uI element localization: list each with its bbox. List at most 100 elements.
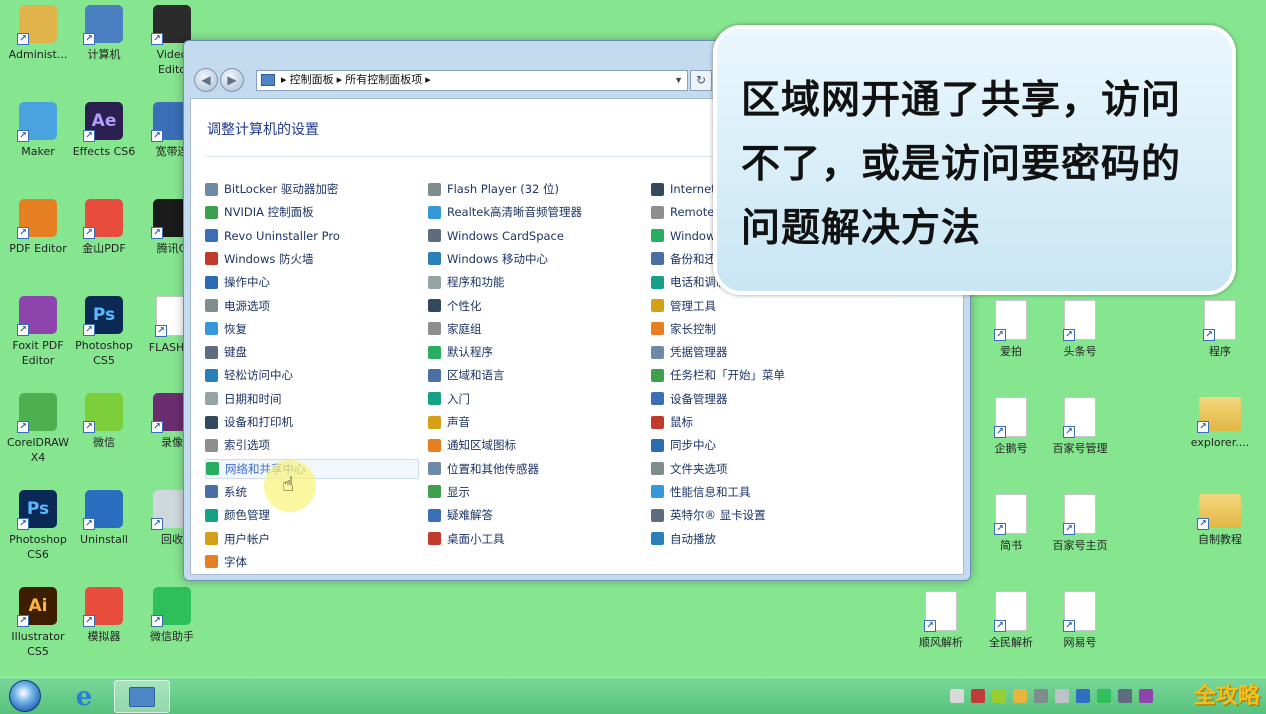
control-panel-item[interactable]: 操作中心	[205, 272, 270, 292]
tray-icon[interactable]	[1013, 689, 1027, 703]
control-panel-item[interactable]: Revo Uninstaller Pro	[205, 226, 340, 246]
control-panel-item[interactable]: 位置和其他传感器	[428, 459, 539, 479]
desktop-icon[interactable]: ↗ 头条号	[1042, 300, 1118, 359]
control-panel-item[interactable]: 自动播放	[651, 529, 716, 549]
desktop-icon[interactable]: ↗ 计算机	[66, 5, 142, 62]
desktop-icon[interactable]: ↗ 简书	[973, 494, 1049, 553]
bluetooth-icon[interactable]	[1076, 689, 1090, 703]
control-panel-item-icon	[205, 532, 218, 545]
taskbar-ie[interactable]: e	[56, 680, 112, 713]
control-panel-item[interactable]: 默认程序	[428, 342, 493, 362]
desktop-icon[interactable]: ↗ 百家号主页	[1042, 494, 1118, 553]
control-panel-item[interactable]: Realtek高清晰音频管理器	[428, 202, 582, 222]
control-panel-item[interactable]: 日期和时间	[205, 389, 282, 409]
control-panel-item[interactable]: 备份和还	[651, 249, 716, 269]
breadcrumb-control-panel[interactable]: 控制面板	[290, 74, 334, 86]
control-panel-item[interactable]: 通知区域图标	[428, 435, 516, 455]
control-panel-item[interactable]: 恢复	[205, 319, 247, 339]
control-panel-item[interactable]: 文件夹选项	[651, 459, 728, 479]
control-panel-item[interactable]: 电源选项	[205, 296, 270, 316]
control-panel-item[interactable]: Windows 移动中心	[428, 249, 548, 269]
desktop-icon[interactable]: ↗ PDF Editor	[0, 199, 76, 256]
start-button[interactable]	[4, 678, 46, 714]
desktop-icon[interactable]: ↗ 微信助手	[134, 587, 210, 644]
control-panel-item[interactable]: 管理工具	[651, 296, 716, 316]
volume-icon[interactable]	[1055, 689, 1069, 703]
network-icon[interactable]	[1118, 689, 1132, 703]
control-panel-item[interactable]: 家庭组	[428, 319, 482, 339]
tray-icon[interactable]	[1139, 689, 1153, 703]
control-panel-item-label: 程序和功能	[447, 275, 505, 290]
desktop-icon[interactable]: ↗ Administ...	[0, 5, 76, 62]
control-panel-item[interactable]: 性能信息和工具	[651, 482, 751, 502]
desktop-icon[interactable]: ↗ 全民解析	[973, 591, 1049, 650]
wechat-tray-icon[interactable]	[1097, 689, 1111, 703]
control-panel-item[interactable]: 轻松访问中心	[205, 365, 293, 385]
control-panel-item[interactable]: 声音	[428, 412, 470, 432]
control-panel-item[interactable]: Window	[651, 226, 715, 246]
control-panel-item[interactable]: 设备管理器	[651, 389, 728, 409]
control-panel-item[interactable]: 索引选项	[205, 435, 270, 455]
desktop-icon[interactable]: ↗ 爱拍	[973, 300, 1049, 359]
control-panel-item[interactable]: 疑难解答	[428, 505, 493, 525]
taskbar-control-panel[interactable]	[114, 680, 170, 713]
breadcrumb-all-items[interactable]: 所有控制面板项	[345, 74, 422, 86]
speaker-icon[interactable]	[1034, 689, 1048, 703]
control-panel-item[interactable]: 任务栏和「开始」菜单	[651, 365, 785, 385]
desktop-icon[interactable]: ↗ Foxit PDF Editor	[0, 296, 76, 368]
control-panel-item[interactable]: 用户帐户	[205, 529, 270, 549]
desktop-icon[interactable]: ↗ 微信	[66, 393, 142, 450]
control-panel-item[interactable]: 凭据管理器	[651, 342, 728, 362]
address-bar[interactable]: ▸ 控制面板 ▸ 所有控制面板项 ▸ ▼	[256, 70, 688, 91]
desktop-icon[interactable]: Ae ↗ Effects CS6	[66, 102, 142, 159]
control-panel-item[interactable]: 颜色管理	[205, 505, 270, 525]
control-panel-item[interactable]: BitLocker 驱动器加密	[205, 179, 338, 199]
control-panel-item[interactable]: 键盘	[205, 342, 247, 362]
desktop-icon[interactable]: ↗ 百家号管理	[1042, 397, 1118, 456]
desktop-icon[interactable]: ↗ 顺风解析	[903, 591, 979, 650]
tray-icon[interactable]	[971, 689, 985, 703]
control-panel-item[interactable]: 家长控制	[651, 319, 716, 339]
desktop-icon[interactable]: ↗ explorer....	[1182, 397, 1258, 450]
back-button[interactable]: ◀	[194, 68, 218, 92]
desktop-icon[interactable]: ↗ 自制教程	[1182, 494, 1258, 547]
control-panel-item[interactable]: 设备和打印机	[205, 412, 293, 432]
refresh-button[interactable]: ↻	[690, 70, 712, 91]
control-panel-item[interactable]: 显示	[428, 482, 470, 502]
desktop-icon[interactable]: Ps ↗ Photoshop CS6	[0, 490, 76, 562]
control-panel-item[interactable]: 个性化	[428, 296, 482, 316]
control-panel-item[interactable]: 字体	[205, 552, 247, 572]
desktop-icon[interactable]: ↗ 金山PDF	[66, 199, 142, 256]
desktop-icon[interactable]: ↗ 网易号	[1042, 591, 1118, 650]
foxit-icon: ↗	[17, 296, 57, 336]
control-panel-item[interactable]: 英特尔® 显卡设置	[651, 505, 766, 525]
desktop-icon[interactable]: ↗ 企鹅号	[973, 397, 1049, 456]
shortcut-arrow-icon: ↗	[151, 130, 163, 142]
desktop-icon[interactable]: ↗ 模拟器	[66, 587, 142, 644]
desktop-icon[interactable]: Ai ↗ Illustrator CS5	[0, 587, 76, 659]
control-panel-item[interactable]: 入门	[428, 389, 470, 409]
control-panel-item[interactable]: NVIDIA 控制面板	[205, 202, 314, 222]
control-panel-item[interactable]: Windows CardSpace	[428, 226, 564, 246]
forward-button[interactable]: ▶	[220, 68, 244, 92]
control-panel-item[interactable]: 同步中心	[651, 435, 716, 455]
control-panel-item[interactable]: 鼠标	[651, 412, 693, 432]
control-panel-item[interactable]: 系统	[205, 482, 247, 502]
control-panel-item[interactable]: 程序和功能	[428, 272, 505, 292]
control-panel-item[interactable]: Flash Player (32 位)	[428, 179, 559, 199]
control-panel-item[interactable]: Remote	[651, 202, 714, 222]
control-panel-item[interactable]: 区域和语言	[428, 365, 505, 385]
desktop-icon-label: 微信助手	[150, 630, 194, 643]
desktop-icon[interactable]: ↗ CorelDRAW X4	[0, 393, 76, 465]
tray-icon[interactable]	[950, 689, 964, 703]
tray-icon[interactable]	[992, 689, 1006, 703]
control-panel-item[interactable]: 桌面小工具	[428, 529, 505, 549]
control-panel-item[interactable]: Windows 防火墙	[205, 249, 314, 269]
control-panel-item[interactable]: Internet	[651, 179, 716, 199]
desktop-icon[interactable]: ↗ 程序	[1182, 300, 1258, 359]
desktop-icon[interactable]: ↗ Uninstall	[66, 490, 142, 547]
desktop-icon[interactable]: ↗ Maker	[0, 102, 76, 159]
desktop-icon[interactable]: Ps ↗ Photoshop CS5	[66, 296, 142, 368]
wechat-icon: ↗	[83, 393, 123, 433]
chevron-down-icon[interactable]: ▼	[674, 71, 683, 90]
